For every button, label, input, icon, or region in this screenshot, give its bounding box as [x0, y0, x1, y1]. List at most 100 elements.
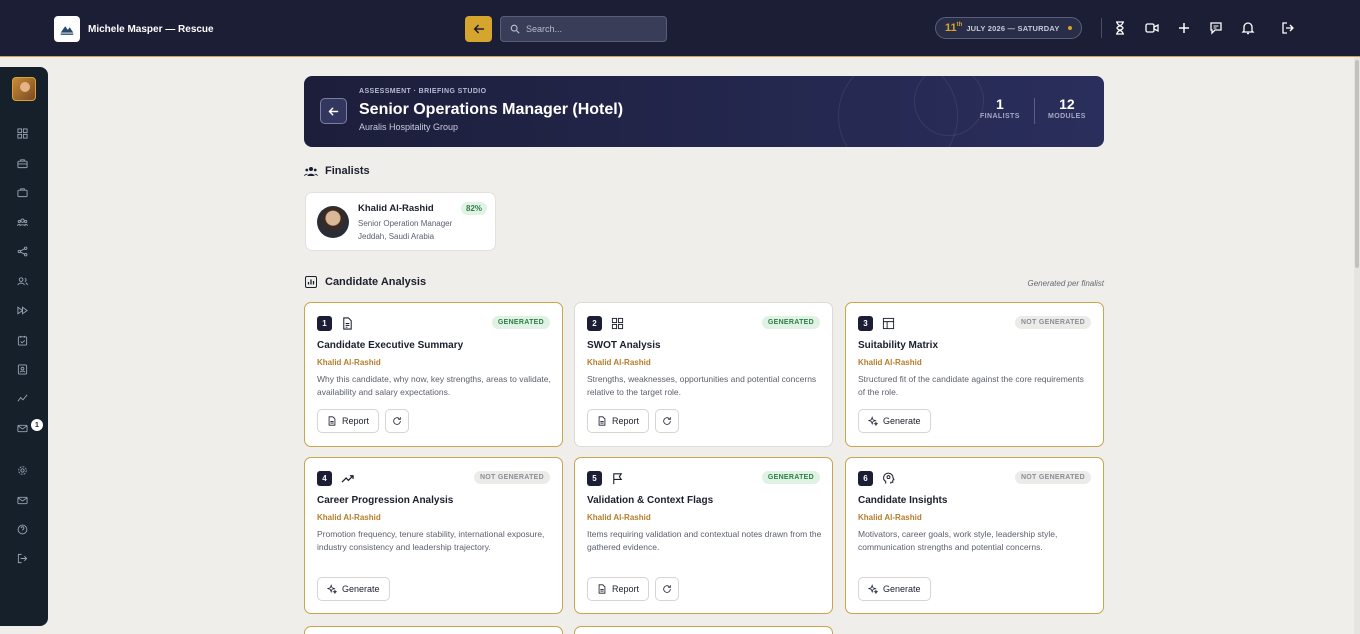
module-card[interactable]: 2 GENERATED SWOT Analysis Khalid Al-Rash…: [574, 302, 833, 447]
search-input[interactable]: [526, 24, 656, 34]
module-candidate: Khalid Al-Rashid: [317, 358, 381, 367]
sidebar-item-contacts[interactable]: [15, 362, 29, 376]
header-back-button[interactable]: [320, 98, 347, 124]
module-title: Career Progression Analysis: [317, 495, 454, 506]
brand[interactable]: Michele Masper — Rescue: [54, 16, 214, 42]
dashboard-icon: [16, 127, 28, 139]
logout-icon: [1282, 22, 1294, 34]
notifications-button[interactable]: [1238, 18, 1258, 38]
suitcase-icon: [16, 187, 28, 197]
module-number: 1: [317, 316, 332, 331]
module-candidate: Khalid Al-Rashid: [858, 358, 922, 367]
finalist-name: Khalid Al-Rashid: [358, 203, 434, 214]
report-button-label: Report: [612, 584, 640, 594]
sidebar-item-schedule[interactable]: [15, 333, 29, 347]
company-name: Auralis Hospitality Group: [359, 122, 459, 132]
module-title: SWOT Analysis: [587, 340, 661, 351]
sidebar-item-positions[interactable]: [15, 185, 29, 199]
regenerate-button[interactable]: [655, 577, 679, 601]
regenerate-button[interactable]: [385, 409, 409, 433]
brand-logo: [54, 16, 80, 42]
team-icon: [16, 276, 28, 285]
module-card[interactable]: 6 NOT GENERATED Candidate Insights Khali…: [845, 457, 1104, 614]
finalists-heading: Finalists: [304, 165, 370, 177]
scrollbar-thumb[interactable]: [1355, 60, 1359, 268]
sidebar-item-jobs[interactable]: [15, 156, 29, 170]
generate-button[interactable]: Generate: [317, 577, 390, 601]
chat-button[interactable]: [1206, 18, 1226, 38]
envelope-icon: [16, 496, 28, 504]
sidebar: 1: [0, 67, 48, 626]
refresh-icon: [663, 417, 671, 425]
sidebar-item-dashboard[interactable]: [15, 126, 29, 140]
module-card[interactable]: [574, 626, 833, 634]
sidebar-item-settings[interactable]: [15, 463, 29, 477]
module-card[interactable]: 1 GENERATED Candidate Executive Summary …: [304, 302, 563, 447]
video-button[interactable]: [1142, 18, 1162, 38]
sidebar-item-pipeline[interactable]: [15, 303, 29, 317]
bar-chart-icon: [305, 276, 317, 288]
report-button[interactable]: Report: [587, 409, 650, 433]
finalist-card[interactable]: Khalid Al-Rashid 82% Senior Operation Ma…: [305, 192, 496, 251]
avatar: [317, 206, 349, 238]
module-card[interactable]: 4 NOT GENERATED Career Progression Analy…: [304, 457, 563, 614]
date-day: 11th: [945, 22, 962, 34]
module-number: 6: [858, 471, 873, 486]
sidebar-item-share[interactable]: [15, 244, 29, 258]
sidebar-item-candidates[interactable]: [15, 215, 29, 229]
back-button[interactable]: [465, 16, 492, 42]
refresh-icon: [663, 585, 671, 593]
report-button[interactable]: Report: [317, 409, 380, 433]
report-button-label: Report: [612, 416, 640, 426]
stat-divider: [1034, 98, 1035, 124]
search-box[interactable]: [500, 16, 667, 42]
generate-button-label: Generate: [342, 584, 380, 594]
share-icon: [17, 246, 27, 256]
module-description: Structured fit of the candidate against …: [858, 374, 1084, 397]
flag-icon: [610, 471, 625, 486]
module-card[interactable]: [304, 626, 563, 634]
stat-label: FINALISTS: [980, 113, 1020, 120]
sidebar-item-analytics[interactable]: [15, 391, 29, 405]
module-card[interactable]: 3 NOT GENERATED Suitability Matrix Khali…: [845, 302, 1104, 447]
sidebar-item-inbox[interactable]: [15, 421, 29, 435]
logout-icon: [17, 553, 27, 563]
module-number: 4: [317, 471, 332, 486]
search-icon: [510, 24, 520, 34]
module-title: Candidate Executive Summary: [317, 340, 464, 351]
arrow-left-icon: [473, 24, 484, 34]
stat-label: MODULES: [1048, 113, 1086, 120]
module-candidate: Khalid Al-Rashid: [587, 513, 651, 522]
sidebar-item-logout[interactable]: [15, 551, 29, 565]
generate-button[interactable]: Generate: [858, 409, 931, 433]
calendar-check-icon: [17, 335, 27, 346]
regenerate-button[interactable]: [655, 409, 679, 433]
generate-button[interactable]: Generate: [858, 577, 931, 601]
report-button-label: Report: [342, 416, 370, 426]
module-card[interactable]: 5 GENERATED Validation & Context Flags K…: [574, 457, 833, 614]
add-button[interactable]: [1174, 18, 1194, 38]
module-number: 3: [858, 316, 873, 331]
document-icon: [340, 316, 355, 331]
logout-button[interactable]: [1278, 18, 1298, 38]
user-avatar[interactable]: [12, 77, 36, 101]
sparkle-icon: [327, 584, 337, 594]
sparkle-icon: [868, 416, 878, 426]
file-icon: [598, 416, 606, 426]
file-icon: [328, 416, 336, 426]
sidebar-item-team[interactable]: [15, 274, 29, 288]
table-icon: [881, 316, 896, 331]
module-candidate: Khalid Al-Rashid: [858, 513, 922, 522]
match-score-badge: 82%: [461, 202, 488, 215]
module-description: Strengths, weaknesses, opportunities and…: [587, 374, 817, 397]
module-description: Promotion frequency, tenure stability, i…: [317, 529, 545, 552]
status-badge: GENERATED: [491, 316, 550, 329]
date-day-number: 11: [945, 22, 957, 34]
status-badge: NOT GENERATED: [1014, 316, 1091, 329]
report-button[interactable]: Report: [587, 577, 650, 601]
stat-modules: 12 MODULES: [1048, 96, 1086, 120]
sidebar-item-messages[interactable]: [15, 493, 29, 507]
section-note: Generated per finalist: [1027, 279, 1105, 288]
sidebar-item-help[interactable]: [15, 522, 29, 536]
hourglass-button[interactable]: [1110, 18, 1130, 38]
